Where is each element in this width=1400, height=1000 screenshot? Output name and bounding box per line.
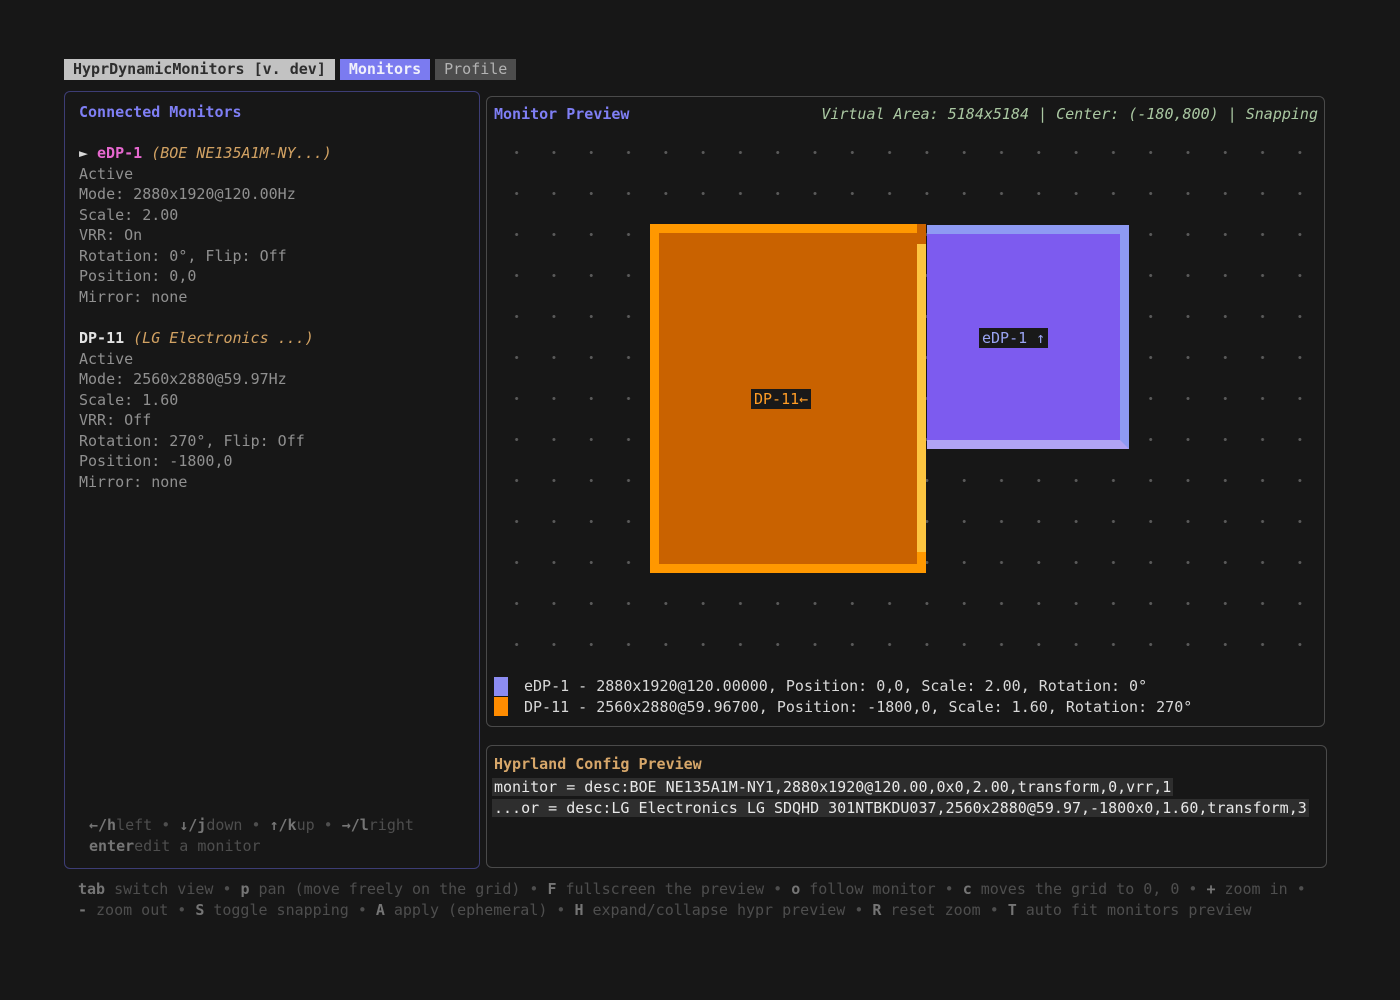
config-lines: monitor = desc:BOE NE135A1M-NY1,2880x192…: [492, 777, 1322, 818]
key-S: S: [195, 901, 204, 919]
preview-legend: eDP-1 - 2880x1920@120.00000, Position: 0…: [494, 676, 1192, 717]
tab-bar: HyprDynamicMonitors [v. dev] Monitors Pr…: [64, 59, 516, 80]
monitor-rotation: Rotation: 0°, Flip: Off: [79, 246, 471, 267]
preview-header: Monitor Preview Virtual Area: 5184x5184 …: [494, 104, 1318, 124]
key-tab: tab: [78, 880, 105, 898]
monitor-mirror: Mirror: none: [79, 287, 471, 308]
monitor-list: ► eDP-1 (BOE NE135A1M-NY...) Active Mode: …: [79, 143, 471, 513]
selected-arrow-icon: ►: [79, 144, 88, 162]
monitor-status: Active: [79, 164, 471, 185]
key-right: →/l: [342, 816, 369, 834]
monitor-scale: Scale: 2.00: [79, 205, 471, 226]
config-title: Hyprland Config Preview: [494, 755, 702, 773]
key-enter: enter: [89, 837, 134, 855]
key-o: o: [791, 880, 800, 898]
tab-monitors[interactable]: Monitors: [340, 59, 430, 80]
monitor-name: eDP-1: [97, 144, 142, 162]
config-line: monitor = desc:BOE NE135A1M-NY1,2880x192…: [492, 777, 1322, 798]
legend-row-edp1: eDP-1 - 2880x1920@120.00000, Position: 0…: [494, 676, 1192, 697]
monitor-position: Position: -1800,0: [79, 451, 471, 472]
dp11-snap-edge-highlight: [917, 244, 926, 552]
key-plus: +: [1206, 880, 1215, 898]
monitor-entry-edp1[interactable]: ► eDP-1 (BOE NE135A1M-NY...) Active Mode: …: [79, 143, 471, 307]
key-R: R: [872, 901, 881, 919]
monitor-description: (LG Electronics ...): [133, 329, 314, 347]
legend-text: eDP-1 - 2880x1920@120.00000, Position: 0…: [524, 677, 1147, 695]
help-line-2: -zoom out•Stoggle snapping•Aapply (ephem…: [78, 900, 1368, 921]
key-A: A: [376, 901, 385, 919]
preview-monitor-edp1[interactable]: eDP-1 ↑: [927, 225, 1129, 449]
legend-swatch-dp11: [494, 697, 508, 716]
legend-row-dp11: DP-11 - 2560x2880@59.96700, Position: -1…: [494, 697, 1192, 718]
left-panel-keybind-hints: ←/hleft•↓/jdown•↑/kup•→/lright enteredit…: [89, 815, 414, 857]
monitor-name: DP-11: [79, 329, 124, 347]
monitor-vrr: VRR: Off: [79, 410, 471, 431]
key-p: p: [240, 880, 249, 898]
legend-text: DP-11 - 2560x2880@59.96700, Position: -1…: [524, 698, 1192, 716]
monitor-mode: Mode: 2560x2880@59.97Hz: [79, 369, 471, 390]
monitor-status: Active: [79, 349, 471, 370]
key-H: H: [574, 901, 583, 919]
tab-profile[interactable]: Profile: [435, 59, 516, 80]
key-left: ←/h: [89, 816, 116, 834]
monitor-scale: Scale: 1.60: [79, 390, 471, 411]
monitor-mirror: Mirror: none: [79, 472, 471, 493]
monitor-preview-panel: Monitor Preview Virtual Area: 5184x5184 …: [486, 96, 1325, 727]
config-line: ...or = desc:LG Electronics LG SDQHD 301…: [492, 798, 1322, 819]
dp11-corner-notch: [917, 224, 926, 244]
app-title: HyprDynamicMonitors [v. dev]: [64, 59, 335, 80]
key-down: ↓/j: [179, 816, 206, 834]
enter-key-line: enteredit a monitor: [89, 836, 414, 857]
monitor-vrr: VRR: On: [79, 225, 471, 246]
monitor-mode: Mode: 2880x1920@120.00Hz: [79, 184, 471, 205]
preview-monitor-dp11[interactable]: DP-11←: [650, 224, 926, 573]
key-F: F: [547, 880, 556, 898]
monitor-entry-dp11[interactable]: DP-11 (LG Electronics ...) Active Mode: 2…: [79, 328, 471, 492]
help-line-1: tabswitch view•ppan (move freely on the …: [78, 879, 1368, 900]
hyprland-config-panel: Hyprland Config Preview monitor = desc:B…: [486, 745, 1327, 868]
legend-swatch-edp1: [494, 677, 508, 696]
key-minus: -: [78, 901, 87, 919]
key-T: T: [1008, 901, 1017, 919]
preview-title: Monitor Preview: [494, 104, 629, 124]
key-up: ↑/k: [270, 816, 297, 834]
monitor-position: Position: 0,0: [79, 266, 471, 287]
monitor-rotation: Rotation: 270°, Flip: Off: [79, 431, 471, 452]
preview-status: Virtual Area: 5184x5184 | Center: (-180,…: [821, 104, 1318, 124]
dp11-label: DP-11←: [751, 389, 811, 409]
monitor-description: (BOE NE135A1M-NY...): [151, 144, 332, 162]
connected-monitors-title: Connected Monitors: [79, 103, 242, 121]
key-c: c: [963, 880, 972, 898]
monitor-entry-header: DP-11 (LG Electronics ...): [79, 328, 471, 349]
connected-monitors-panel: Connected Monitors ► eDP-1 (BOE NE135A1M-N…: [64, 91, 480, 869]
edp1-label: eDP-1 ↑: [979, 328, 1048, 348]
monitor-entry-header: ► eDP-1 (BOE NE135A1M-NY...): [79, 143, 471, 164]
nav-keys-line: ←/hleft•↓/jdown•↑/kup•→/lright: [89, 815, 414, 836]
help-bar: tabswitch view•ppan (move freely on the …: [78, 879, 1368, 921]
